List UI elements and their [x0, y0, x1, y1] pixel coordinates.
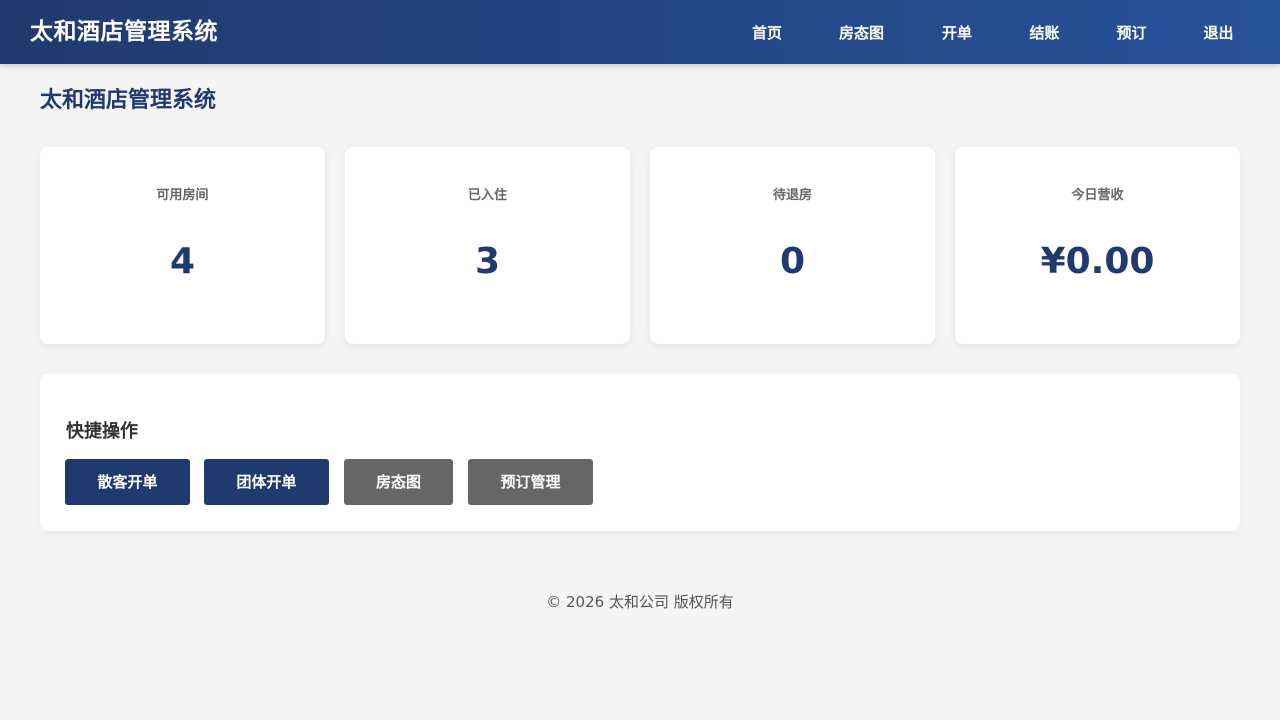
nav-item-home[interactable]: 首页	[751, 22, 783, 44]
walk-in-checkin-button[interactable]: 散客开单	[65, 459, 190, 505]
stat-card-pending-checkout: 待退房 0	[650, 147, 935, 344]
reservation-management-button[interactable]: 预订管理	[468, 459, 593, 505]
quick-actions-title: 快捷操作	[66, 421, 138, 442]
nav-item-open-order[interactable]: 开单	[941, 22, 973, 44]
room-status-button[interactable]: 房态图	[344, 459, 453, 505]
stat-value: 4	[169, 241, 196, 282]
stat-value: 0	[779, 241, 806, 282]
stat-label: 可用房间	[156, 188, 209, 203]
nav-item-logout[interactable]: 退出	[1202, 22, 1235, 44]
footer-copyright: © 2026 太和公司 版权所有	[546, 593, 734, 611]
stat-card-today-revenue: 今日营收 ¥0.00	[955, 147, 1240, 344]
nav-item-reservation[interactable]: 预订	[1115, 22, 1148, 44]
stat-label: 待退房	[772, 188, 812, 203]
stat-value: 3	[474, 241, 501, 282]
nav-item-checkout[interactable]: 结账	[1028, 22, 1061, 44]
brand-title: 太和酒店管理系统	[30, 19, 218, 45]
stat-label: 今日营收	[1071, 188, 1124, 203]
top-navbar: 太和酒店管理系统 首页 房态图 开单 结账 预订 退出	[0, 0, 1280, 64]
group-checkin-button[interactable]: 团体开单	[204, 459, 329, 505]
stat-label: 已入住	[467, 188, 507, 203]
stat-card-available-rooms: 可用房间 4	[40, 147, 325, 344]
stat-value: ¥0.00	[1040, 241, 1155, 282]
quick-actions-panel: 快捷操作 散客开单 团体开单 房态图 预订管理	[40, 374, 1240, 531]
nav-item-room-status[interactable]: 房态图	[837, 22, 886, 44]
page-title: 太和酒店管理系统	[40, 88, 217, 113]
stat-card-occupied: 已入住 3	[345, 147, 630, 344]
